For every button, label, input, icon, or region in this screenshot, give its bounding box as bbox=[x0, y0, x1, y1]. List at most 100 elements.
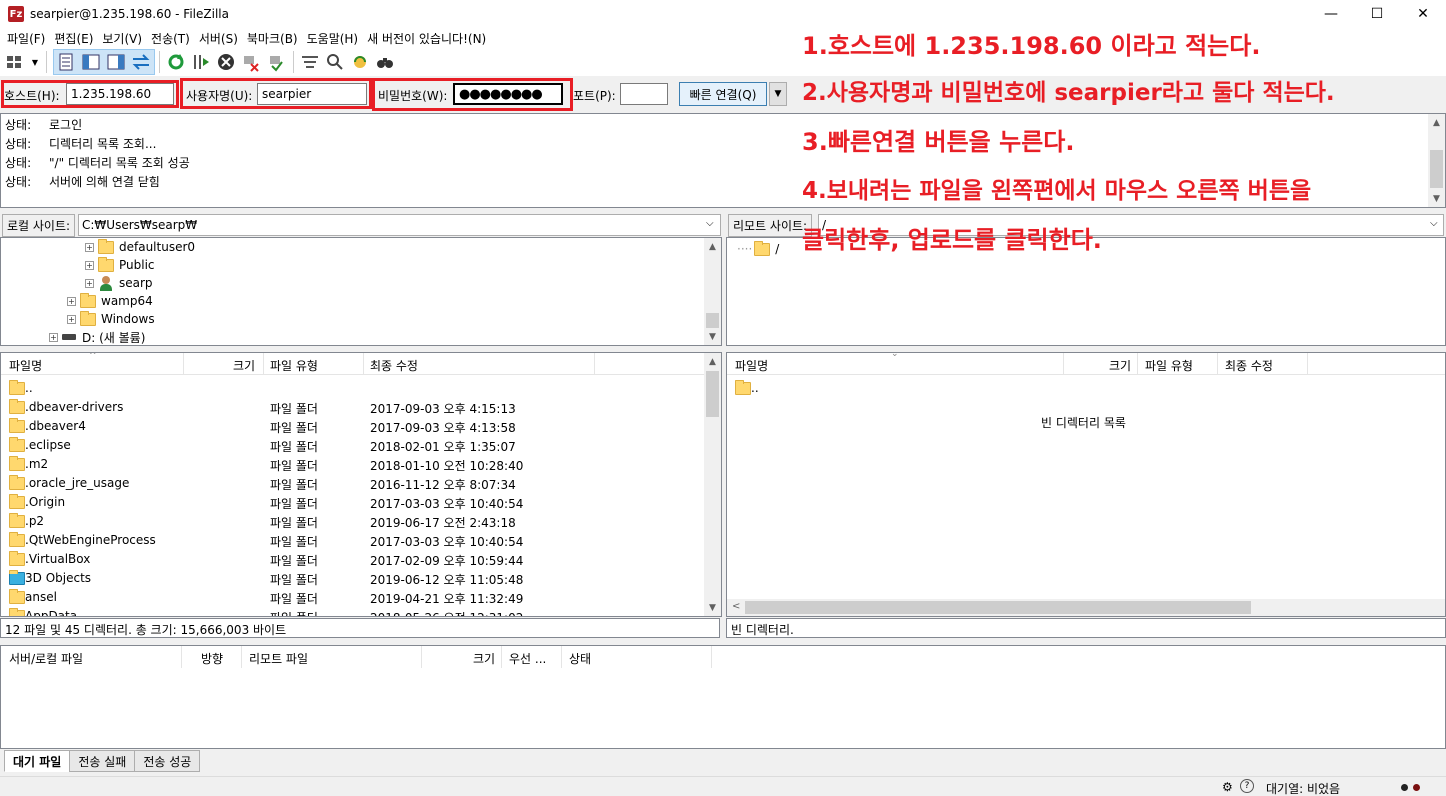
directory-listing-filter-icon[interactable] bbox=[298, 50, 322, 74]
list-item[interactable]: .. bbox=[727, 379, 1427, 398]
scroll-up-icon[interactable]: ▲ bbox=[704, 353, 721, 370]
chevron-down-icon[interactable]: ⌵ bbox=[1430, 218, 1438, 229]
menu-help[interactable]: 도움말(H) bbox=[302, 30, 363, 47]
scroll-up-icon[interactable]: ▲ bbox=[704, 238, 721, 255]
status-bar: ⚙ ? 대기열: 비었음 bbox=[0, 776, 1446, 796]
tree-item[interactable]: + D: (새 볼륨) bbox=[49, 328, 145, 345]
toggle-local-tree-icon[interactable] bbox=[79, 50, 103, 74]
speed-limit-icon[interactable]: ? bbox=[1240, 779, 1254, 793]
binoculars-icon[interactable] bbox=[373, 50, 397, 74]
tree-item[interactable]: + Public bbox=[85, 256, 155, 274]
folder-icon bbox=[9, 475, 25, 490]
table-row[interactable]: .eclipse 파일 폴더 2018-02-01 오후 1:35:07 bbox=[1, 436, 701, 455]
queue-column-direction[interactable]: 방향 bbox=[201, 650, 223, 667]
remote-status: 빈 디렉터리. bbox=[726, 618, 1446, 638]
tree-item[interactable]: + Windows bbox=[67, 310, 155, 328]
scroll-down-icon[interactable]: ▼ bbox=[1428, 190, 1445, 207]
toggle-queue-icon[interactable] bbox=[129, 50, 153, 74]
close-button[interactable]: ✕ bbox=[1400, 0, 1446, 28]
scroll-down-icon[interactable]: ▼ bbox=[704, 599, 721, 616]
table-row[interactable]: 3D Objects 파일 폴더 2019-06-12 오후 11:05:48 bbox=[1, 569, 701, 588]
local-tree-scrollbar[interactable]: ▲ ▼ bbox=[704, 238, 721, 345]
table-row[interactable]: .m2 파일 폴더 2018-01-10 오전 10:28:40 bbox=[1, 455, 701, 474]
table-row[interactable]: .dbeaver-drivers 파일 폴더 2017-09-03 오후 4:15:… bbox=[1, 398, 701, 417]
column-header-size[interactable]: 크기 bbox=[1109, 357, 1131, 374]
cancel-icon[interactable] bbox=[214, 50, 238, 74]
maximize-button[interactable]: ☐ bbox=[1354, 0, 1400, 28]
disconnect-icon[interactable] bbox=[239, 50, 263, 74]
chevron-down-icon[interactable]: ▼ bbox=[769, 82, 787, 106]
window-title: searpier@1.235.198.60 - FileZilla bbox=[30, 7, 229, 21]
column-header-type[interactable]: 파일 유형 bbox=[1145, 357, 1193, 374]
chevron-down-icon[interactable]: ▼ bbox=[29, 50, 41, 74]
table-row[interactable]: .dbeaver4 파일 폴더 2017-09-03 오후 4:13:58 bbox=[1, 417, 701, 436]
table-row[interactable]: .VirtualBox 파일 폴더 2017-02-09 오후 10:59:44 bbox=[1, 550, 701, 569]
column-header-size[interactable]: 크기 bbox=[233, 357, 255, 374]
file-name-cell: .p2 bbox=[25, 514, 45, 528]
queue-column-server-file[interactable]: 서버/로컬 파일 bbox=[9, 650, 83, 667]
scroll-thumb[interactable] bbox=[745, 601, 1251, 614]
log-scrollbar[interactable]: ▲ ▼ bbox=[1428, 114, 1445, 207]
chevron-down-icon[interactable]: ⌵ bbox=[706, 218, 714, 229]
menu-server[interactable]: 서버(S) bbox=[194, 30, 242, 47]
tree-item[interactable]: + wamp64 bbox=[67, 292, 153, 310]
menu-file[interactable]: 파일(F) bbox=[2, 30, 49, 47]
menu-new-version[interactable]: 새 버전이 있습니다!(N) bbox=[362, 30, 490, 47]
sort-ascending-icon: ^ bbox=[89, 352, 97, 361]
column-header-name[interactable]: 파일명 bbox=[9, 357, 42, 374]
tab-successful-transfers[interactable]: 전송 성공 bbox=[134, 750, 201, 772]
menu-transfer[interactable]: 전송(T) bbox=[146, 30, 194, 47]
queue-column-priority[interactable]: 우선 ... bbox=[509, 650, 546, 667]
column-header-type[interactable]: 파일 유형 bbox=[270, 357, 318, 374]
file-modified-cell: 2017-09-03 오후 4:15:13 bbox=[370, 402, 516, 416]
scroll-thumb[interactable] bbox=[706, 313, 719, 328]
scroll-up-icon[interactable]: ▲ bbox=[1428, 114, 1445, 131]
column-header-modified[interactable]: 최종 수정 bbox=[370, 357, 418, 374]
menu-bookmarks[interactable]: 북마크(B) bbox=[242, 30, 302, 47]
compare-icon[interactable] bbox=[323, 50, 347, 74]
quickconnect-button[interactable]: 빠른 연결(Q) bbox=[679, 82, 767, 106]
queue-column-status[interactable]: 상태 bbox=[569, 650, 591, 667]
table-row[interactable]: AppData 파일 폴더 2018-05-26 오전 12:31:02 bbox=[1, 607, 701, 616]
remote-hscrollbar[interactable]: < bbox=[727, 599, 1445, 616]
column-header-name[interactable]: 파일명 bbox=[735, 357, 768, 374]
site-manager-icon[interactable] bbox=[4, 50, 28, 74]
process-queue-icon[interactable] bbox=[189, 50, 213, 74]
tree-item[interactable]: ···· / bbox=[737, 240, 779, 258]
folder-icon bbox=[9, 589, 25, 604]
file-modified-cell: 2017-02-09 오후 10:59:44 bbox=[370, 554, 524, 568]
drive-icon bbox=[62, 334, 76, 340]
gear-icon[interactable]: ⚙ bbox=[1222, 780, 1233, 794]
minimize-button[interactable]: — bbox=[1308, 0, 1354, 28]
reconnect-icon[interactable] bbox=[264, 50, 288, 74]
queue-column-remote-file[interactable]: 리모트 파일 bbox=[249, 650, 308, 667]
scroll-thumb[interactable] bbox=[706, 371, 719, 417]
local-path-field[interactable]: C:₩Users₩searp₩ bbox=[78, 214, 721, 236]
column-header-modified[interactable]: 최종 수정 bbox=[1225, 357, 1273, 374]
table-row[interactable]: .. bbox=[1, 379, 701, 398]
menu-edit[interactable]: 편집(E) bbox=[49, 30, 97, 47]
refresh-icon[interactable] bbox=[164, 50, 188, 74]
tab-failed-transfers[interactable]: 전송 실패 bbox=[69, 750, 136, 772]
scroll-thumb[interactable] bbox=[1430, 150, 1443, 188]
tree-item[interactable]: + defaultuser0 bbox=[85, 238, 195, 256]
queue-column-size[interactable]: 크기 bbox=[473, 650, 495, 667]
table-row[interactable]: ansel 파일 폴더 2019-04-21 오후 11:32:49 bbox=[1, 588, 701, 607]
tree-item[interactable]: + searp bbox=[85, 274, 153, 292]
table-row[interactable]: .Origin 파일 폴더 2017-03-03 오후 10:40:54 bbox=[1, 493, 701, 512]
table-row[interactable]: .oracle_jre_usage 파일 폴더 2016-11-12 오후 8:07… bbox=[1, 474, 701, 493]
table-row[interactable]: .p2 파일 폴더 2019-06-17 오전 2:43:18 bbox=[1, 512, 701, 531]
local-list-scrollbar[interactable]: ▲ ▼ bbox=[704, 353, 721, 616]
folder-icon bbox=[98, 238, 114, 254]
sync-browsing-icon[interactable] bbox=[348, 50, 372, 74]
toggle-log-icon[interactable] bbox=[54, 50, 78, 74]
menu-view[interactable]: 보기(V) bbox=[97, 30, 146, 47]
table-row[interactable]: .QtWebEngineProcess 파일 폴더 2017-03-03 오후 10… bbox=[1, 531, 701, 550]
scroll-down-icon[interactable]: ▼ bbox=[704, 328, 721, 345]
file-name-cell: .. bbox=[25, 381, 33, 395]
annotation-step-4-cont: 클릭한후, 업로드를 클릭한다. bbox=[802, 226, 1102, 254]
toggle-remote-tree-icon[interactable] bbox=[104, 50, 128, 74]
port-field[interactable] bbox=[620, 83, 668, 105]
tab-queued-files[interactable]: 대기 파일 bbox=[4, 750, 71, 772]
password-highlight-box bbox=[372, 78, 573, 111]
